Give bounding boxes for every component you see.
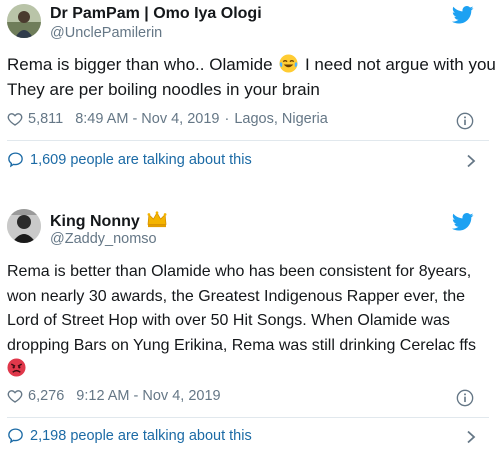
user-avatar[interactable] (7, 209, 41, 243)
author-handle[interactable]: @Zaddy_nomso (50, 231, 157, 247)
tweet-text-segment: Rema is bigger than who.. Olamide (7, 55, 278, 74)
talking-about-link[interactable]: 1,609 people are talking about this (7, 151, 252, 168)
tweet-text-line: dropping Bars on Yung Erikina, Rema was … (7, 336, 476, 354)
speech-bubble-icon (8, 428, 23, 444)
face-with-tears-of-joy-icon (279, 54, 298, 73)
author-name[interactable]: King Nonny (50, 213, 140, 230)
divider (7, 140, 489, 141)
heart-icon[interactable] (7, 111, 23, 127)
like-count[interactable]: 5,811 (28, 111, 63, 127)
tweet-card: Dr PamPam | Omo Iya Ologi @UnclePamileri… (0, 0, 496, 180)
tweet-meta: 5,811 8:49 AM - Nov 4, 2019 · Lagos, Nig… (7, 111, 328, 127)
tweet-text-segment: I need not argue with you. (300, 55, 496, 74)
chevron-right-icon[interactable] (466, 430, 476, 444)
twitter-bird-icon[interactable] (452, 213, 474, 231)
tweet-meta: 6,276 9:12 AM - Nov 4, 2019 (7, 388, 221, 404)
talking-about-text[interactable]: 1,609 people are talking about this (30, 152, 252, 168)
tweet-text-line: Lord of Street Hop with over 50 Hit Song… (7, 312, 450, 329)
user-avatar[interactable] (7, 4, 41, 38)
tweet-text-line: Rema is better than Olamide who has been… (7, 263, 472, 280)
info-icon[interactable] (456, 389, 474, 407)
author-handle[interactable]: @UnclePamilerin (50, 25, 162, 41)
author-name[interactable]: Dr PamPam | Omo Iya Ologi (50, 5, 262, 23)
like-count[interactable]: 6,276 (28, 388, 64, 404)
crown-icon (147, 211, 167, 228)
talking-about-text[interactable]: 2,198 people are talking about this (30, 428, 252, 444)
speech-bubble-icon (8, 152, 23, 168)
heart-icon[interactable] (7, 388, 23, 404)
author-name-row: King Nonny (50, 210, 168, 231)
divider (7, 417, 489, 418)
tweet-location[interactable]: Lagos, Nigeria (234, 111, 328, 127)
tweet-text: Rema is bigger than who.. Olamide I need… (7, 52, 496, 102)
tweet-text-line: won nearly 30 awards, the Greatest Indig… (7, 287, 466, 305)
tweet-timestamp[interactable]: 9:12 AM - Nov 4, 2019 (76, 388, 220, 404)
talking-about-link[interactable]: 2,198 people are talking about this (7, 427, 252, 444)
chevron-right-icon[interactable] (466, 154, 476, 168)
tweet-text: Rema is better than Olamide who has been… (7, 260, 476, 383)
tweet-timestamp[interactable]: 8:49 AM - Nov 4, 2019 (75, 111, 219, 127)
meta-separator: · (224, 111, 230, 127)
tweet-card: King Nonny @Zaddy_nomso Rema is better t… (0, 196, 496, 451)
angry-face-icon (7, 358, 26, 377)
info-icon[interactable] (456, 112, 474, 130)
twitter-bird-icon[interactable] (452, 6, 474, 24)
tweet-gap (0, 180, 496, 196)
tweet-text-line: They are per boiling noodles in your bra… (7, 80, 320, 99)
